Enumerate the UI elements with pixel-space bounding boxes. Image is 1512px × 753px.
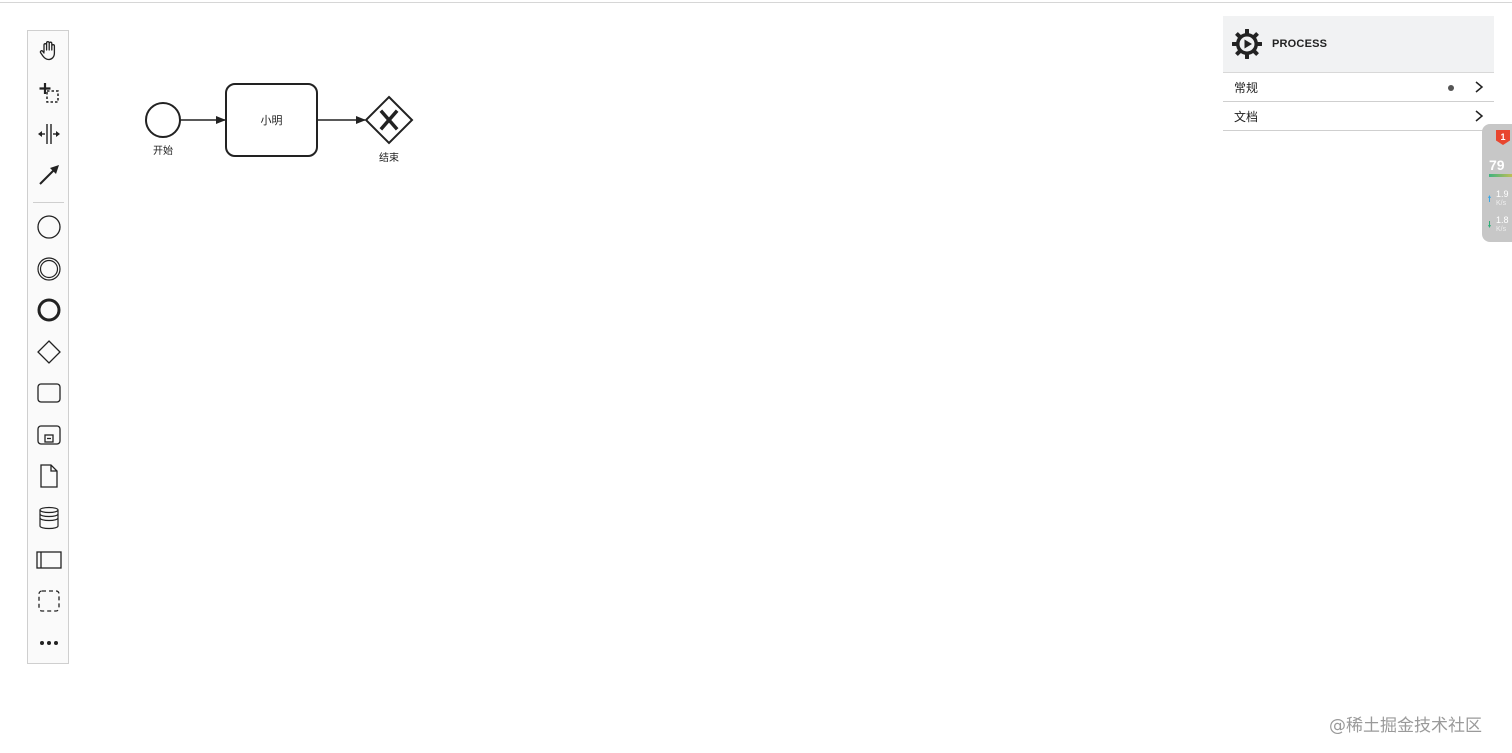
task-label: 小明	[260, 114, 283, 127]
create-start-event-icon[interactable]	[34, 212, 64, 242]
process-gear-icon	[1232, 29, 1262, 59]
lasso-tool-icon[interactable]	[34, 78, 64, 108]
create-end-event-icon[interactable]	[34, 295, 64, 325]
chevron-right-icon[interactable]	[1474, 110, 1484, 122]
notification-badge: 1	[1496, 130, 1510, 145]
watermark: @稀土掘金技术社区	[1329, 716, 1482, 736]
upload-unit: K/s	[1496, 200, 1507, 207]
tool-palette	[27, 30, 69, 664]
widget-score: 79	[1489, 157, 1505, 173]
create-data-store-icon[interactable]	[34, 503, 64, 533]
create-group-icon[interactable]	[34, 586, 64, 616]
create-task-icon[interactable]	[34, 378, 64, 408]
palette-separator	[33, 202, 64, 203]
hand-tool-icon[interactable]	[34, 36, 64, 66]
create-data-object-icon[interactable]	[34, 461, 64, 491]
upload-arrow-icon	[1488, 195, 1491, 202]
group-general[interactable]: 常规	[1223, 73, 1494, 102]
properties-header: PROCESS	[1223, 16, 1494, 73]
create-pool-icon[interactable]	[34, 545, 64, 575]
create-intermediate-event-icon[interactable]	[34, 254, 64, 284]
start-event-label: 开始	[153, 146, 173, 157]
download-speed: 1.8	[1496, 215, 1509, 225]
download-arrow-icon	[1488, 221, 1491, 228]
chevron-right-icon[interactable]	[1474, 81, 1484, 93]
network-speed-widget[interactable]: 1 79 1.9 K/s 1.8 K/s	[1482, 124, 1512, 242]
space-tool-icon[interactable]	[34, 119, 64, 149]
global-connect-tool-icon[interactable]	[34, 160, 64, 190]
create-subprocess-icon[interactable]	[34, 420, 64, 450]
upload-speed: 1.9	[1496, 189, 1509, 199]
score-bar	[1489, 174, 1512, 177]
download-unit: K/s	[1496, 226, 1507, 233]
group-documentation[interactable]: 文档	[1223, 102, 1494, 131]
group-documentation-label: 文档	[1234, 109, 1259, 124]
properties-panel: PROCESS 常规 文档	[1223, 16, 1494, 132]
start-event[interactable]	[145, 102, 181, 138]
properties-title: PROCESS	[1272, 38, 1328, 50]
group-general-label: 常规	[1234, 80, 1259, 95]
more-tools-icon[interactable]	[34, 628, 64, 658]
create-gateway-icon[interactable]	[34, 337, 64, 367]
group-data-indicator	[1448, 85, 1454, 91]
gateway-label: 结束	[379, 153, 399, 164]
